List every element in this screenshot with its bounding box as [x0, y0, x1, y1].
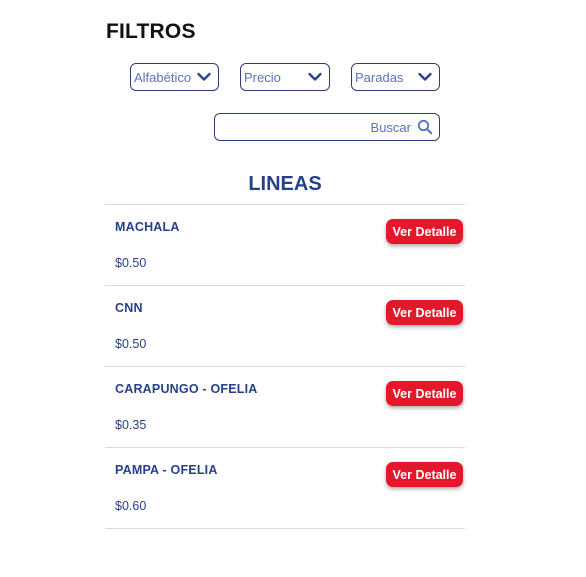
line-name: PAMPA - OFELIA [115, 463, 218, 477]
chevron-down-icon [197, 72, 211, 81]
filters-bar: Alfabético Precio Paradas [130, 63, 440, 91]
filter-alphabetic-label: Alfabético [134, 69, 192, 85]
lines-title: LINEAS [248, 173, 322, 195]
search-placeholder: Buscar [370, 119, 411, 135]
chevron-down-icon [308, 72, 322, 81]
view-detail-button[interactable]: Ver Detalle [386, 219, 463, 244]
list-item: MACHALA $0.50 Ver Detalle [105, 204, 465, 285]
page: FILTROS Alfabético Precio Paradas Buscar [0, 0, 586, 577]
filter-stops-label: Paradas [355, 69, 404, 85]
view-detail-button[interactable]: Ver Detalle [386, 300, 463, 325]
list-item: CNN $0.50 Ver Detalle [105, 285, 465, 366]
line-name: MACHALA [115, 220, 180, 234]
line-price: $0.35 [115, 418, 147, 432]
view-detail-button[interactable]: Ver Detalle [386, 381, 463, 406]
search-input[interactable]: Buscar [214, 113, 440, 141]
line-price: $0.50 [115, 337, 147, 351]
line-price: $0.50 [115, 256, 147, 270]
filter-price-label: Precio [244, 69, 281, 85]
filter-alphabetic-select[interactable]: Alfabético [130, 63, 219, 91]
search-icon[interactable] [417, 119, 433, 135]
chevron-down-icon [418, 72, 432, 81]
lines-list: MACHALA $0.50 Ver Detalle CNN $0.50 Ver … [105, 204, 465, 529]
filters-title: FILTROS [106, 20, 196, 43]
view-detail-button[interactable]: Ver Detalle [386, 462, 463, 487]
line-name: CNN [115, 301, 143, 315]
line-name: CARAPUNGO - OFELIA [115, 382, 258, 396]
filter-stops-select[interactable]: Paradas [351, 63, 440, 91]
line-price: $0.60 [115, 499, 147, 513]
list-item: PAMPA - OFELIA $0.60 Ver Detalle [105, 447, 465, 529]
filter-price-select[interactable]: Precio [240, 63, 330, 91]
list-item: CARAPUNGO - OFELIA $0.35 Ver Detalle [105, 366, 465, 447]
